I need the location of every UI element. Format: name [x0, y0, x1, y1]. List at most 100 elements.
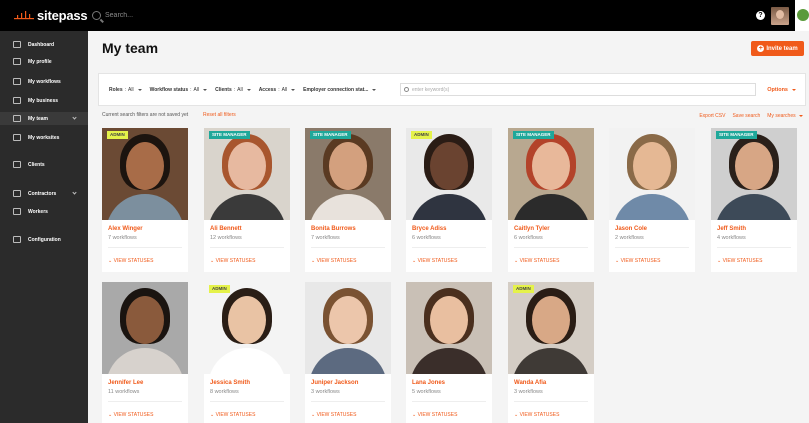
team-member-card[interactable]: ADMIN Bryce Adiss 6 workflows ⌄ VIEW STA… — [406, 128, 492, 272]
member-photo: SITE MANAGER — [711, 128, 797, 220]
member-workflow-count: 7 workflows — [311, 235, 340, 241]
help-icon[interactable]: ? — [756, 11, 765, 20]
member-name[interactable]: Juniper Jackson — [311, 380, 358, 386]
member-name[interactable]: Alex Winger — [108, 226, 143, 232]
employer-connection-filter[interactable]: Employer connection stat... — [303, 87, 377, 93]
photo-face — [532, 142, 570, 190]
filter-dropdowns: Roles: All Workflow status: All Clients: Al… — [109, 87, 377, 93]
view-statuses-link[interactable]: ⌄ VIEW STATUSES — [210, 412, 255, 418]
worker-icon — [13, 208, 21, 215]
role-badge: SITE MANAGER — [513, 131, 554, 139]
photo-face — [329, 142, 367, 190]
view-statuses-link[interactable]: ⌄ VIEW STATUSES — [210, 258, 255, 264]
filter-panel: Roles: All Workflow status: All Clients: Al… — [98, 73, 806, 106]
member-photo — [305, 282, 391, 374]
team-member-card[interactable]: ADMIN Wanda Afia 3 workflows ⌄ VIEW STAT… — [508, 282, 594, 423]
team-member-card[interactable]: Jennifer Lee 11 workflows ⌄ VIEW STATUSE… — [102, 282, 188, 423]
role-badge: ADMIN — [411, 131, 432, 139]
caret-down-icon — [203, 89, 208, 91]
search-actions: Export CSV Save search My searches — [699, 113, 803, 119]
keyword-search-input[interactable] — [412, 86, 712, 93]
member-photo — [406, 282, 492, 374]
member-name[interactable]: Bonita Burrows — [311, 226, 356, 232]
organisation-avatar[interactable] — [795, 0, 809, 31]
view-statuses-link[interactable]: ⌄ VIEW STATUSES — [514, 412, 559, 418]
card-divider — [412, 401, 486, 402]
member-name[interactable]: Jason Cole — [615, 226, 647, 232]
save-search-link[interactable]: Save search — [732, 113, 760, 119]
reset-filters-link[interactable]: Reset all filters — [203, 112, 236, 118]
sidebar-item-clients[interactable]: Clients — [0, 158, 88, 171]
caret-down-icon — [246, 89, 251, 91]
view-statuses-link[interactable]: ⌄ VIEW STATUSES — [412, 412, 457, 418]
sidebar: Dashboard My profile My workflows My bus… — [0, 31, 88, 423]
view-statuses-link[interactable]: ⌄ VIEW STATUSES — [311, 412, 356, 418]
view-statuses-link[interactable]: ⌄ VIEW STATUSES — [514, 258, 559, 264]
card-divider — [717, 247, 791, 248]
sidebar-item-my-worksites[interactable]: My worksites — [0, 131, 88, 144]
sitepass-logo[interactable]: sitepass — [0, 0, 88, 31]
sidebar-item-configuration[interactable]: Configuration — [0, 233, 88, 246]
briefcase-icon — [13, 97, 21, 104]
view-statuses-link[interactable]: ⌄ VIEW STATUSES — [615, 258, 660, 264]
photo-face — [633, 142, 671, 190]
sidebar-item-contractors[interactable]: Contractors — [0, 187, 88, 200]
photo-shoulders — [613, 194, 691, 220]
role-badge: ADMIN — [209, 285, 230, 293]
team-member-card[interactable]: Juniper Jackson 3 workflows ⌄ VIEW STATU… — [305, 282, 391, 423]
sidebar-item-dashboard[interactable]: Dashboard — [0, 38, 88, 51]
member-name[interactable]: Lana Jones — [412, 380, 445, 386]
role-badge: SITE MANAGER — [310, 131, 351, 139]
sidebar-item-my-profile[interactable]: My profile — [0, 55, 88, 68]
member-name[interactable]: Caitlyn Tyler — [514, 226, 550, 232]
member-workflow-count: 3 workflows — [514, 389, 543, 395]
my-searches-dropdown[interactable]: My searches — [767, 113, 803, 119]
member-workflow-count: 2 workflows — [615, 235, 644, 241]
view-statuses-link[interactable]: ⌄ VIEW STATUSES — [108, 258, 153, 264]
team-member-card[interactable]: SITE MANAGER Caitlyn Tyler 6 workflows ⌄… — [508, 128, 594, 272]
global-search-input[interactable] — [105, 12, 305, 19]
card-divider — [412, 247, 486, 248]
sidebar-item-my-business[interactable]: My business — [0, 94, 88, 107]
member-name[interactable]: Ali Bennett — [210, 226, 242, 232]
view-statuses-link[interactable]: ⌄ VIEW STATUSES — [717, 258, 762, 264]
clients-filter[interactable]: Clients: All — [215, 87, 251, 93]
export-csv-link[interactable]: Export CSV — [699, 113, 725, 119]
team-member-card[interactable]: SITE MANAGER Bonita Burrows 7 workflows … — [305, 128, 391, 272]
member-name[interactable]: Jennifer Lee — [108, 380, 143, 386]
sidebar-item-my-team[interactable]: My team — [0, 112, 88, 125]
member-name[interactable]: Bryce Adiss — [412, 226, 446, 232]
workflow-status-filter[interactable]: Workflow status: All — [150, 87, 208, 93]
sidebar-item-workers[interactable]: Workers — [0, 205, 88, 218]
member-photo: SITE MANAGER — [305, 128, 391, 220]
invite-team-button[interactable]: + Invite team — [751, 41, 804, 56]
member-photo: ADMIN — [204, 282, 290, 374]
card-divider — [108, 247, 182, 248]
member-photo: SITE MANAGER — [508, 128, 594, 220]
chevron-down-icon — [72, 190, 77, 195]
card-divider — [311, 247, 385, 248]
member-name[interactable]: Jessica Smith — [210, 380, 250, 386]
roles-filter[interactable]: Roles: All — [109, 87, 142, 93]
options-dropdown[interactable]: Options — [767, 87, 796, 93]
view-statuses-link[interactable]: ⌄ VIEW STATUSES — [311, 258, 356, 264]
photo-shoulders — [208, 194, 286, 220]
team-member-card[interactable]: Jason Cole 2 workflows ⌄ VIEW STATUSES — [609, 128, 695, 272]
member-workflow-count: 3 workflows — [311, 389, 340, 395]
view-statuses-link[interactable]: ⌄ VIEW STATUSES — [108, 412, 153, 418]
team-member-card[interactable]: SITE MANAGER Ali Bennett 12 workflows ⌄ … — [204, 128, 290, 272]
team-icon — [13, 115, 21, 122]
photo-face — [329, 296, 367, 344]
team-member-card[interactable]: ADMIN Alex Winger 7 workflows ⌄ VIEW STA… — [102, 128, 188, 272]
card-divider — [108, 401, 182, 402]
sidebar-item-my-workflows[interactable]: My workflows — [0, 75, 88, 88]
member-name[interactable]: Jeff Smith — [717, 226, 746, 232]
member-name[interactable]: Wanda Afia — [514, 380, 546, 386]
photo-shoulders — [309, 348, 387, 374]
team-member-card[interactable]: Lana Jones 5 workflows ⌄ VIEW STATUSES — [406, 282, 492, 423]
access-filter[interactable]: Access: All — [259, 87, 296, 93]
team-member-card[interactable]: ADMIN Jessica Smith 8 workflows ⌄ VIEW S… — [204, 282, 290, 423]
user-avatar[interactable] — [771, 6, 789, 25]
view-statuses-link[interactable]: ⌄ VIEW STATUSES — [412, 258, 457, 264]
team-member-card[interactable]: SITE MANAGER Jeff Smith 4 workflows ⌄ VI… — [711, 128, 797, 272]
